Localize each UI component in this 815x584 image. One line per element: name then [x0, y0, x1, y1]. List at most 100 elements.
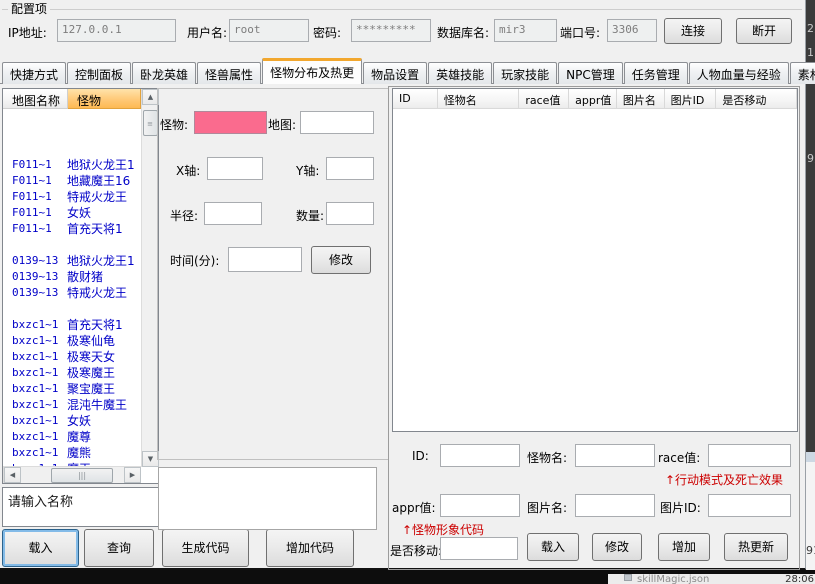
tab-item-0[interactable]: 快捷方式 [2, 62, 66, 84]
ip-label: IP地址: [8, 24, 47, 41]
list-item-monster: 魔熊 [65, 445, 91, 461]
list-item[interactable] [3, 125, 141, 141]
appr-field[interactable] [440, 494, 520, 517]
list-item[interactable] [3, 141, 141, 157]
race-hint: ↑行动模式及死亡效果 [665, 471, 783, 488]
list-item[interactable]: F011~1地狱火龙王1 [3, 157, 141, 173]
appr-label: appr值: [392, 499, 436, 516]
table-column-header[interactable]: appr值 [569, 89, 617, 108]
radius-field[interactable] [204, 202, 262, 225]
list-item-map: bxzc1~1 [3, 397, 65, 413]
horizontal-scrollbar[interactable]: ◀ ||| ▶ [3, 466, 141, 483]
table-column-header[interactable]: 是否移动 [716, 89, 797, 108]
generate-code-button[interactable]: 生成代码 [162, 529, 249, 567]
username-label: 用户名: [187, 24, 227, 41]
image-id-field[interactable] [708, 494, 791, 517]
monster-name-field[interactable] [575, 444, 655, 467]
username-field[interactable]: root [229, 19, 309, 42]
connect-button[interactable]: 连接 [664, 18, 722, 44]
appr-hint: ↑怪物形象代码 [402, 521, 484, 538]
list-item-map: bxzc1~1 [3, 381, 65, 397]
list-item-monster [65, 301, 67, 317]
list-item[interactable]: F011~1首充天将1 [3, 221, 141, 237]
list-item-monster: 特戒火龙王 [65, 189, 127, 205]
map-field[interactable] [300, 111, 374, 134]
count-field[interactable] [326, 202, 374, 225]
hot-update-button[interactable]: 热更新 [724, 533, 788, 561]
list-item[interactable]: bxzc1~1混沌牛魔王 [3, 397, 141, 413]
x-axis-field[interactable] [207, 157, 263, 180]
radius-label: 半径: [170, 207, 198, 224]
tab-item-2[interactable]: 卧龙英雄 [132, 62, 196, 84]
port-field[interactable]: 3306 [607, 19, 657, 42]
ip-field[interactable]: 127.0.0.1 [57, 19, 176, 42]
list-item[interactable]: bxzc1~1极寒魔王 [3, 365, 141, 381]
monster-field[interactable] [194, 111, 267, 134]
database-field[interactable]: mir3 [494, 19, 557, 42]
tab-item-4[interactable]: 怪物分布及热更 [262, 58, 362, 84]
name-search-input[interactable]: 请输入名称 [2, 487, 159, 527]
list-item-monster [65, 125, 67, 141]
list-item[interactable]: bxzc1~1女妖 [3, 413, 141, 429]
tab-item-3[interactable]: 怪兽属性 [197, 62, 261, 84]
modify-button[interactable]: 修改 [311, 246, 371, 274]
list-item[interactable]: F011~1特戒火龙王 [3, 189, 141, 205]
list-item[interactable] [3, 301, 141, 317]
table-column-header[interactable]: 图片名 [617, 89, 665, 108]
race-field[interactable] [708, 444, 791, 467]
tab-item-6[interactable]: 英雄技能 [428, 62, 492, 84]
table-column-header[interactable]: 怪物名 [438, 89, 520, 108]
list-item-map: F011~1 [3, 157, 65, 173]
scroll-right-icon[interactable]: ▶ [124, 467, 141, 483]
tab-item-5[interactable]: 物品设置 [363, 62, 427, 84]
table-column-header[interactable]: ID [393, 89, 438, 108]
app-window: 配置项 IP地址:127.0.0.1用户名:root密码:*********数据… [0, 0, 806, 570]
monster-add-button[interactable]: 增加 [658, 533, 710, 561]
tab-item-11[interactable]: 素材热更 [790, 62, 815, 84]
scroll-left-icon[interactable]: ◀ [4, 467, 21, 483]
vertical-scrollbar[interactable]: ▲ ≡ ▼ [141, 89, 158, 467]
table-column-header[interactable]: 图片ID [665, 89, 717, 108]
column-header-monster[interactable]: 怪物 [68, 89, 141, 109]
password-field[interactable]: ********* [351, 19, 431, 42]
list-item-monster: 散财猪 [65, 269, 103, 285]
list-item[interactable]: bxzc1~1魔尊 [3, 429, 141, 445]
table-column-header[interactable]: race值 [519, 89, 569, 108]
list-item[interactable]: 0139~13特戒火龙王 [3, 285, 141, 301]
list-item[interactable]: bxzc1~1魔熊 [3, 445, 141, 461]
list-item[interactable]: bxzc1~1极寒仙龟 [3, 333, 141, 349]
list-item[interactable]: bxzc1~1首充天将1 [3, 317, 141, 333]
monster-modify-button[interactable]: 修改 [592, 533, 642, 561]
config-group-label: 配置项 [8, 0, 50, 17]
list-item[interactable] [3, 237, 141, 253]
tab-item-7[interactable]: 玩家技能 [493, 62, 557, 84]
list-item[interactable]: 0139~13地狱火龙王1 [3, 253, 141, 269]
image-name-field[interactable] [575, 494, 655, 517]
list-item-map: 0139~13 [3, 285, 65, 301]
query-button[interactable]: 查询 [84, 529, 154, 567]
tab-item-1[interactable]: 控制面板 [67, 62, 131, 84]
list-item-map [3, 237, 65, 253]
monster-load-button[interactable]: 载入 [527, 533, 579, 561]
code-output-box[interactable] [158, 467, 377, 530]
load-button[interactable]: 载入 [2, 529, 79, 567]
list-item[interactable]: bxzc1~1聚宝魔王 [3, 381, 141, 397]
disconnect-button[interactable]: 断开 [736, 18, 792, 44]
horizontal-scrollbar-thumb[interactable]: ||| [51, 468, 113, 483]
id-field[interactable] [440, 444, 520, 467]
y-axis-field[interactable] [326, 157, 374, 180]
column-header-map[interactable]: 地图名称 [3, 89, 68, 109]
add-code-button[interactable]: 增加代码 [266, 529, 354, 567]
tab-item-10[interactable]: 人物血量与经验 [689, 62, 789, 84]
list-item[interactable] [3, 109, 141, 125]
tab-item-9[interactable]: 任务管理 [624, 62, 688, 84]
movable-field[interactable] [440, 537, 518, 560]
list-item[interactable]: bxzc1~1极寒天女 [3, 349, 141, 365]
list-item[interactable]: 0139~13散财猪 [3, 269, 141, 285]
time-field[interactable] [228, 247, 302, 272]
vertical-scrollbar-thumb[interactable]: ≡ [143, 110, 158, 136]
tab-item-8[interactable]: NPC管理 [558, 62, 623, 84]
list-item-map [3, 301, 65, 317]
list-item[interactable]: F011~1女妖 [3, 205, 141, 221]
list-item[interactable]: F011~1地藏魔王16 [3, 173, 141, 189]
